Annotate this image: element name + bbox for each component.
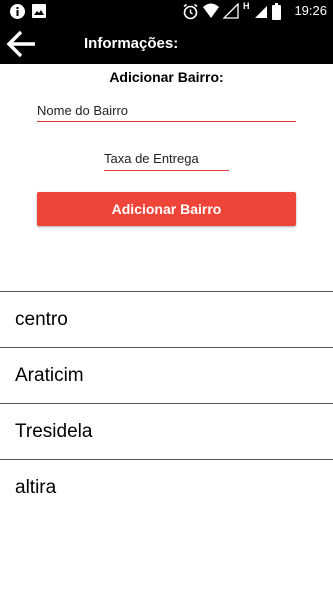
neighborhood-name-input[interactable]: [37, 101, 296, 122]
status-time: 19:26: [294, 3, 327, 18]
page-title: Informações:: [84, 35, 179, 52]
network-type-label: H: [243, 1, 250, 11]
alarm-icon: [183, 3, 198, 20]
back-button[interactable]: [4, 28, 38, 60]
image-icon: [32, 4, 46, 18]
list-item[interactable]: centro: [0, 291, 333, 347]
info-icon: [10, 4, 25, 19]
toolbar: Informações:: [0, 24, 333, 64]
signal-strength-icon: [255, 6, 267, 18]
delivery-fee-input[interactable]: [104, 149, 229, 171]
back-arrow-icon: [6, 30, 35, 58]
list-item[interactable]: altira: [0, 459, 333, 515]
battery-icon: [272, 3, 281, 20]
status-bar: H 19:26: [0, 0, 333, 24]
signal-icon: [223, 3, 239, 19]
list-item[interactable]: Araticim: [0, 347, 333, 403]
add-neighborhood-button[interactable]: Adicionar Bairro: [37, 192, 296, 226]
add-section-title: Adicionar Bairro:: [109, 69, 224, 85]
wifi-icon: [203, 3, 219, 18]
list-item[interactable]: Tresidela: [0, 403, 333, 459]
neighborhood-list: centro Araticim Tresidela altira: [0, 291, 333, 515]
